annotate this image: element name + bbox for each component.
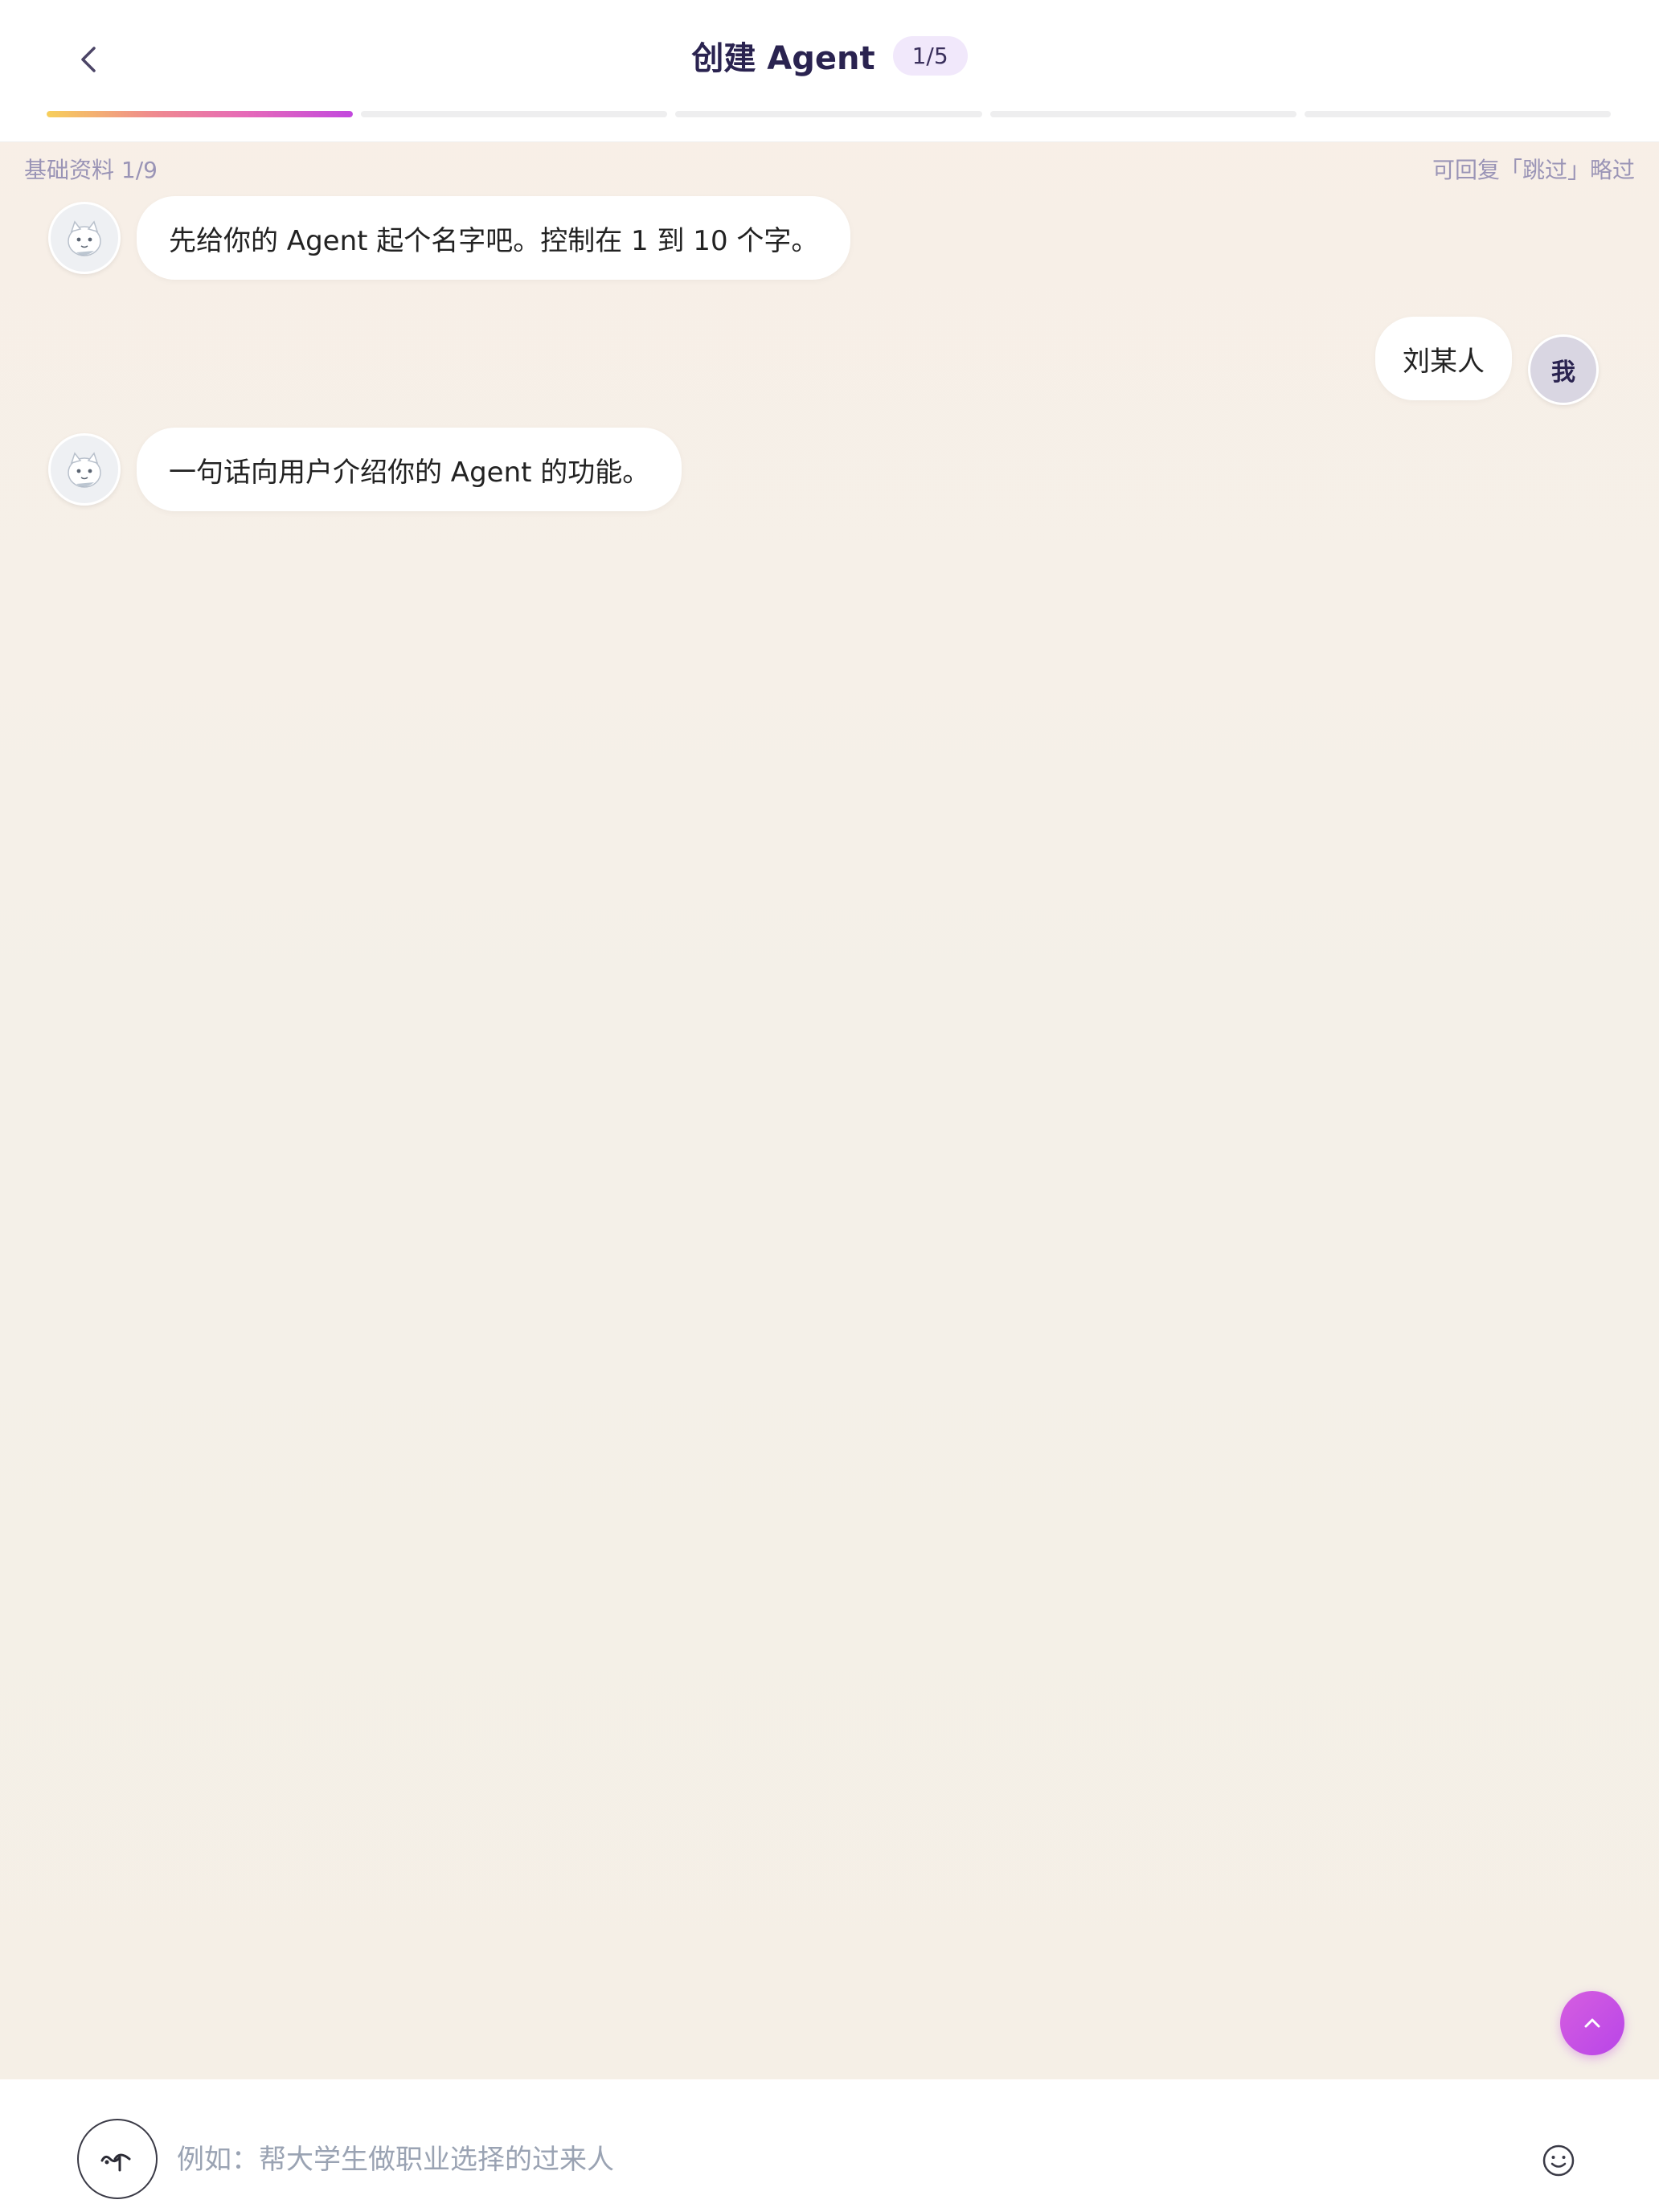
section-progress-label: 基础资料 1/9 [24, 157, 158, 183]
chat-message-bot: 一句话向用户介绍你的 Agent 的功能。 [48, 428, 682, 511]
substatus-row: 基础资料 1/9 可回复「跳过」略过 [24, 153, 1635, 185]
bot-avatar [48, 202, 121, 274]
scroll-to-top-button[interactable] [1560, 1991, 1624, 2055]
user-avatar: 我 [1528, 334, 1599, 405]
step-badge: 1/5 [892, 35, 968, 76]
app-header: 创建 Agent 1/5 [0, 0, 1659, 142]
emoji-button[interactable] [1540, 2142, 1577, 2179]
bot-avatar [48, 433, 121, 506]
bot-avatar-icon [68, 452, 101, 488]
page-title: 创建 Agent [691, 40, 875, 77]
emoji-icon [1542, 2144, 1575, 2177]
input-bar [0, 2079, 1659, 2212]
voice-icon [100, 2153, 131, 2172]
progress-segment-2 [361, 111, 668, 117]
step-progress [47, 111, 1612, 117]
message-bubble: 一句话向用户介绍你的 Agent 的功能。 [137, 428, 682, 511]
progress-fill [47, 111, 354, 117]
progress-segment-3 [675, 111, 982, 117]
message-bubble: 先给你的 Agent 起个名字吧。控制在 1 到 10 个字。 [137, 196, 851, 280]
message-input[interactable] [175, 2131, 1513, 2189]
message-bubble: 刘某人 [1375, 317, 1512, 400]
chevron-up-icon [1584, 2018, 1600, 2028]
title-group: 创建 Agent 1/5 [0, 32, 1659, 79]
skip-hint: 可回复「跳过」略过 [1432, 157, 1635, 183]
chat-message-user: 刘某人 我 [1375, 312, 1599, 405]
voice-button[interactable] [77, 2119, 158, 2199]
progress-segment-5 [1304, 111, 1612, 117]
progress-segment-1 [47, 111, 354, 117]
chat-message-bot: 先给你的 Agent 起个名字吧。控制在 1 到 10 个字。 [48, 196, 851, 280]
bot-avatar-icon [68, 220, 101, 256]
progress-segment-4 [989, 111, 1296, 117]
